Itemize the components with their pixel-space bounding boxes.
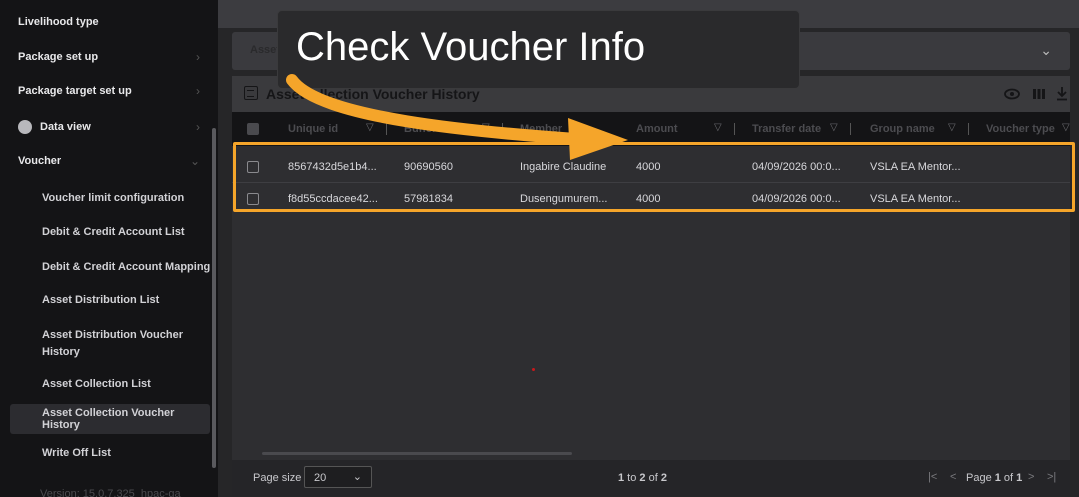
callout-box: Check Voucher Info: [277, 10, 800, 89]
prev-page-icon[interactable]: <: [950, 471, 956, 483]
sidebar-item-label: Package set up: [18, 51, 99, 63]
sidebar-item-debit-credit-account-list[interactable]: Debit & Credit Account List: [0, 221, 218, 243]
sidebar-item-label: Debit & Credit Account Mapping: [42, 261, 211, 273]
chevron-right-icon: ›: [196, 84, 200, 98]
highlight-box: [233, 142, 1075, 212]
sidebar-item-label-line2: History: [42, 346, 80, 358]
sidebar-item-label: Write Off List: [42, 447, 111, 459]
sidebar-item-write-off-list[interactable]: Write Off List: [0, 442, 218, 464]
chevron-right-icon: ›: [196, 120, 200, 134]
count-to-word: to: [624, 472, 640, 484]
page-info: Page 1 of 1: [966, 472, 1022, 484]
page-of-word: of: [1000, 472, 1017, 484]
sidebar-item-label: Debit & Credit Account List: [42, 226, 185, 238]
column-divider: [502, 123, 503, 135]
sidebar-item-label: Asset Collection List: [42, 378, 151, 390]
column-header-transfer-date[interactable]: Transfer date: [752, 123, 821, 135]
sidebar-item-package-target-set-up[interactable]: Package target set up ›: [0, 80, 218, 102]
sidebar: Livelihood type Package set up › Package…: [0, 0, 218, 497]
list-icon: [244, 86, 258, 100]
download-icon[interactable]: [1056, 86, 1068, 101]
app-root: Livelihood type Package set up › Package…: [0, 0, 1079, 497]
next-page-icon[interactable]: >: [1028, 471, 1034, 483]
filter-icon[interactable]: ▽: [482, 122, 490, 133]
voucher-history-panel: Asset llection Voucher History Unique id…: [232, 76, 1070, 496]
last-page-icon[interactable]: >|: [1047, 471, 1056, 483]
filter-icon[interactable]: ▽: [1062, 122, 1070, 133]
chevron-down-icon: ⌄: [189, 154, 200, 168]
page-total: 1: [1016, 472, 1023, 484]
sidebar-item-livelihood-type[interactable]: Livelihood type: [0, 12, 218, 32]
sidebar-item-voucher[interactable]: Voucher ⌄: [0, 150, 218, 172]
sidebar-item-voucher-limit-configuration[interactable]: Voucher limit configuration: [0, 187, 218, 209]
count-of-word: of: [645, 472, 661, 484]
sidebar-item-package-set-up[interactable]: Package set up ›: [0, 46, 218, 68]
column-divider: [386, 123, 387, 135]
horizontal-scrollbar[interactable]: [262, 452, 572, 455]
sidebar-item-label: Livelihood type: [18, 16, 99, 28]
chevron-right-icon: ›: [196, 50, 200, 64]
sidebar-item-asset-collection-list[interactable]: Asset Collection List: [0, 373, 218, 395]
sidebar-item-data-view[interactable]: Data view ›: [0, 116, 218, 138]
eye-icon[interactable]: [1004, 87, 1020, 101]
sidebar-item-asset-distribution-list[interactable]: Asset Distribution List: [0, 289, 218, 311]
page-size-label: Page size: [253, 472, 302, 484]
sidebar-item-label: Asset Distribution List: [42, 294, 160, 306]
filter-icon[interactable]: ▽: [948, 122, 956, 133]
column-header-member[interactable]: Member: [520, 123, 562, 135]
sidebar-item-label: Asset Collection Voucher History: [42, 407, 175, 431]
sidebar-item-label: Voucher: [18, 155, 62, 167]
filter-icon[interactable]: ▽: [830, 122, 838, 133]
page-word: Page: [966, 472, 995, 484]
column-header-buffer-id[interactable]: Buffer id: [404, 123, 449, 135]
pie-chart-icon: [18, 120, 32, 134]
sidebar-item-label: Package target set up: [18, 85, 132, 97]
filter-icon[interactable]: ▽: [714, 122, 722, 133]
column-divider: [734, 123, 735, 135]
sidebar-item-asset-collection-voucher-history[interactable]: Asset Collection Voucher History: [10, 404, 210, 434]
table-header: Unique id ▽ Buffer id ▽ Member Amount ▽ …: [232, 112, 1070, 146]
callout-text: Check Voucher Info: [296, 25, 646, 69]
sidebar-item-label: Asset Distribution Voucher: [42, 329, 183, 341]
filter-icon[interactable]: ▽: [366, 122, 374, 133]
pagination-bar: Page size 20 ⌄ 1 to 2 of 2 |< < Page 1 o…: [232, 460, 1070, 496]
version-text: Version: 15.0.7.325_hpac-ga: [40, 488, 181, 497]
sidebar-item-debit-credit-account-mapping[interactable]: Debit & Credit Account Mapping: [0, 256, 218, 278]
select-all-checkbox[interactable]: [247, 123, 259, 135]
page-size-value: 20: [314, 472, 327, 484]
sidebar-item-asset-distribution-voucher-history[interactable]: Asset Distribution Voucher History: [0, 325, 218, 363]
sidebar-item-label: Data view: [40, 121, 91, 133]
cursor-dot: [532, 368, 535, 371]
page-size-select[interactable]: 20 ⌄: [304, 466, 372, 488]
column-divider: [968, 123, 969, 135]
column-divider: [850, 123, 851, 135]
column-header-amount[interactable]: Amount: [636, 123, 678, 135]
column-header-group-name[interactable]: Group name: [870, 123, 935, 135]
row-count: 1 to 2 of 2: [618, 472, 667, 484]
chevron-down-icon[interactable]: ⌄: [1040, 42, 1052, 59]
count-total: 2: [660, 472, 667, 484]
sidebar-item-label: Voucher limit configuration: [42, 192, 185, 204]
column-header-voucher-type[interactable]: Voucher type: [986, 123, 1055, 135]
columns-icon[interactable]: [1032, 87, 1046, 101]
column-header-unique-id[interactable]: Unique id: [288, 123, 338, 135]
sidebar-scrollbar[interactable]: [212, 128, 216, 468]
chevron-down-icon: ⌄: [352, 471, 362, 483]
first-page-icon[interactable]: |<: [928, 471, 937, 483]
